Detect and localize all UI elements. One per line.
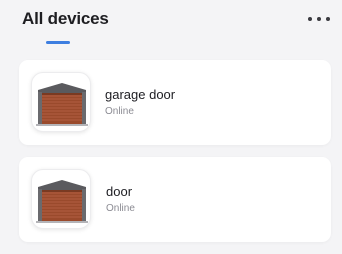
page-title: All devices bbox=[22, 9, 109, 28]
devices-page: All devices garage door Online door Onli… bbox=[0, 0, 342, 254]
device-status: Online bbox=[105, 106, 134, 117]
active-tab-indicator bbox=[46, 41, 70, 44]
device-card-garage-door[interactable]: garage door Online bbox=[19, 60, 331, 145]
header: All devices bbox=[0, 0, 342, 50]
device-status: Online bbox=[106, 203, 135, 214]
more-dot-icon bbox=[317, 17, 321, 21]
device-card-door[interactable]: door Online bbox=[19, 157, 331, 242]
more-dot-icon bbox=[326, 17, 330, 21]
more-dot-icon bbox=[308, 17, 312, 21]
more-options-button[interactable] bbox=[308, 12, 330, 26]
garage-door-icon bbox=[31, 169, 91, 229]
garage-door-icon bbox=[31, 72, 91, 132]
device-name: garage door bbox=[105, 87, 176, 102]
device-name: door bbox=[106, 184, 133, 199]
